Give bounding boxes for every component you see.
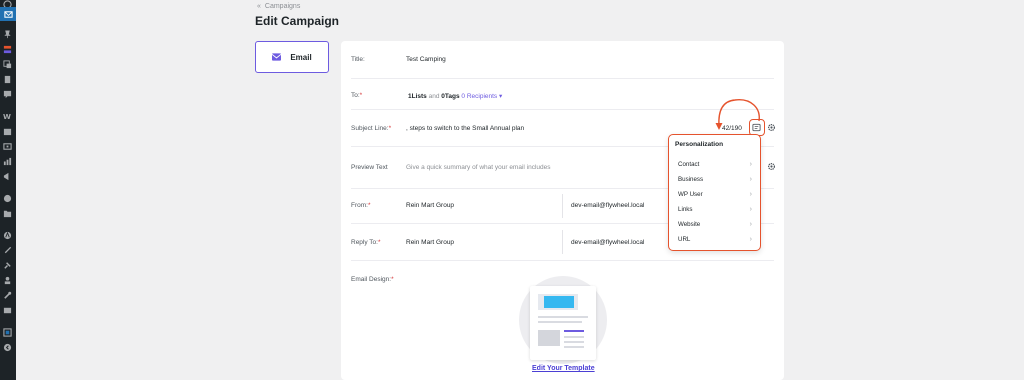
chevron-right-icon: › — [749, 205, 752, 213]
woocommerce-icon[interactable]: W — [3, 112, 12, 121]
personalization-item-url[interactable]: URL › — [678, 233, 752, 245]
page-title: Edit Campaign — [255, 14, 340, 28]
from-label: From:* — [351, 202, 371, 209]
plugin-square-icon[interactable] — [3, 328, 12, 337]
circle-plugin-icon[interactable] — [3, 194, 12, 203]
chevron-right-icon: › — [749, 220, 752, 228]
chevron-right-icon: › — [749, 190, 752, 198]
title-row: Title: Test Camping — [351, 41, 774, 79]
preview-settings-gear-icon[interactable] — [766, 161, 777, 172]
preview-label: Preview Text — [351, 164, 388, 171]
marketing-icon[interactable] — [3, 172, 12, 181]
pages-icon[interactable] — [3, 75, 12, 84]
envelope-icon — [272, 53, 282, 61]
title-input[interactable]: Test Camping — [406, 56, 446, 63]
reply-to-label: Reply To:* — [351, 239, 381, 246]
email-design-label: Email Design:* — [351, 276, 394, 283]
svg-text:W: W — [3, 112, 11, 121]
from-email-input[interactable]: dev-email@flywheel.local — [571, 202, 644, 209]
reply-to-name-input[interactable]: Rein Mart Group — [406, 239, 454, 246]
personalization-item-links[interactable]: Links › — [678, 203, 752, 215]
tools-icon[interactable] — [3, 291, 12, 300]
products-icon[interactable] — [3, 127, 12, 136]
chevron-right-icon: › — [749, 175, 752, 183]
from-name-input[interactable]: Rein Mart Group — [406, 202, 454, 209]
annotation-arrow — [715, 99, 760, 130]
folder-icon[interactable] — [3, 209, 12, 218]
personalization-item-business[interactable]: Business › — [678, 173, 752, 185]
users-icon[interactable] — [3, 276, 12, 285]
collapse-menu-icon[interactable] — [3, 343, 12, 352]
settings-icon[interactable] — [3, 306, 12, 315]
personalization-item-contact[interactable]: Contact › — [678, 158, 752, 170]
mail-menu-icon[interactable] — [0, 7, 16, 21]
brush-icon[interactable] — [3, 246, 12, 255]
subject-input[interactable]: , steps to switch to the Small Annual pl… — [406, 125, 524, 132]
to-label: To:* — [351, 92, 363, 99]
media-icon[interactable] — [3, 60, 12, 69]
title-label: Title: — [351, 56, 365, 63]
wp-admin-sidebar: W — [0, 0, 16, 380]
comments-icon[interactable] — [3, 90, 12, 99]
subject-label: Subject Line:* — [351, 125, 392, 132]
chevron-right-icon: › — [749, 160, 752, 168]
personalization-dropdown: Personalization Contact › Business › WP Us… — [668, 134, 761, 251]
reply-to-email-input[interactable]: dev-email@flywheel.local — [571, 239, 644, 246]
payments-icon[interactable] — [3, 142, 12, 151]
analytics-icon[interactable] — [3, 157, 12, 166]
preview-input[interactable]: Give a quick summary of what your email … — [406, 164, 551, 171]
breadcrumb-campaigns[interactable]: Campaigns — [265, 3, 300, 10]
caret-down-icon: ▾ — [499, 93, 503, 100]
template-preview-illustration[interactable] — [530, 286, 596, 360]
tab-email-label: Email — [290, 52, 312, 62]
edit-template-link[interactable]: Edit Your Template — [532, 365, 595, 372]
tab-email[interactable]: Email — [255, 41, 329, 73]
recipients-selector[interactable]: 1Lists and 0Tags 0 Recipients ▾ — [408, 92, 502, 100]
plugins-icon[interactable] — [3, 261, 12, 270]
back-chevron-icon: « — [257, 3, 261, 10]
divider — [562, 230, 563, 254]
pin-icon[interactable] — [3, 30, 12, 39]
forms-icon[interactable] — [3, 45, 12, 54]
personalization-item-website[interactable]: Website › — [678, 218, 752, 230]
personalization-item-wp-user[interactable]: WP User › — [678, 188, 752, 200]
appearance-icon[interactable] — [3, 231, 12, 240]
personalization-title: Personalization — [675, 141, 724, 148]
breadcrumb[interactable]: « Campaigns — [257, 3, 300, 10]
divider — [562, 194, 563, 218]
chevron-right-icon: › — [749, 235, 752, 243]
